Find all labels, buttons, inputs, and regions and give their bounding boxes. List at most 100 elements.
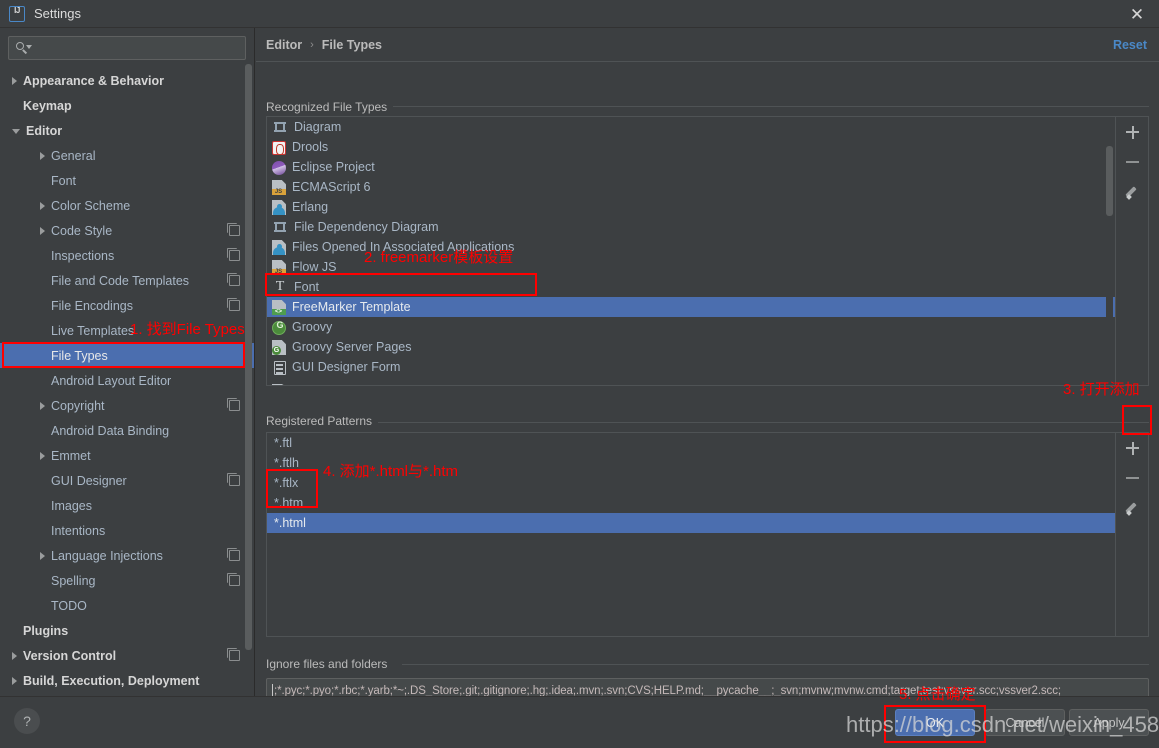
sidebar-item-editor[interactable]: Editor (0, 118, 254, 143)
sidebar-item-label: TODO (51, 598, 87, 613)
copy-settings-icon[interactable] (227, 573, 240, 586)
sidebar-item-keymap[interactable]: Keymap (0, 93, 254, 118)
reset-link[interactable]: Reset (1113, 38, 1147, 52)
chevron-right-icon[interactable] (12, 651, 17, 660)
help-icon[interactable]: ? (14, 708, 40, 734)
pattern-label: *.ftlx (274, 476, 299, 490)
pattern-row[interactable]: *.ftl (267, 433, 1115, 453)
file-type-row[interactable]: Groovy Server Pages (267, 337, 1115, 357)
file-type-row[interactable]: T Font (267, 277, 1115, 297)
copy-settings-icon[interactable] (227, 398, 240, 411)
drools-icon (272, 140, 286, 155)
file-type-row[interactable]: FreeMarker Template (267, 297, 1115, 317)
sidebar-item-android-data-binding[interactable]: Android Data Binding (0, 418, 254, 443)
copy-settings-icon[interactable] (227, 273, 240, 286)
chevron-right-icon[interactable] (12, 76, 17, 85)
sidebar-item-label: Spelling (51, 573, 96, 588)
file-type-row[interactable]: Erlang (267, 197, 1115, 217)
chevron-down-icon[interactable] (12, 129, 20, 134)
pattern-row[interactable]: *.html (267, 513, 1115, 533)
file-type-row[interactable]: ECMAScript 6 (267, 177, 1115, 197)
add-pattern-button[interactable] (1116, 433, 1149, 463)
file-type-row[interactable]: GUI Designer Form (267, 357, 1115, 377)
sidebar-item-file-encodings[interactable]: File Encodings (0, 293, 254, 318)
copy-settings-icon[interactable] (227, 548, 240, 561)
remove-file-type-button[interactable] (1116, 147, 1149, 177)
sidebar-item-label: Keymap (23, 98, 72, 113)
sidebar-item-version-control[interactable]: Version Control (0, 643, 254, 668)
edit-file-type-button[interactable] (1116, 177, 1149, 207)
copy-settings-icon[interactable] (227, 473, 240, 486)
sidebar-item-label: Intentions (51, 523, 106, 538)
sidebar-item-gui-designer[interactable]: GUI Designer (0, 468, 254, 493)
sidebar-scrollbar-thumb[interactable] (245, 64, 252, 650)
registered-patterns-toolbar (1115, 433, 1148, 636)
chevron-right-icon[interactable] (12, 676, 17, 685)
gui-form-icon (274, 360, 286, 375)
pencil-icon (1126, 501, 1140, 515)
sidebar-item-copyright[interactable]: Copyright (0, 393, 254, 418)
file-type-label: ECMAScript 6 (292, 180, 371, 194)
sidebar-item-general[interactable]: General (0, 143, 254, 168)
breadcrumb-parent[interactable]: Editor (266, 38, 302, 52)
sidebar-item-spelling[interactable]: Spelling (0, 568, 254, 593)
pattern-row[interactable]: *.htm (267, 493, 1115, 513)
sidebar-item-build-execution-deployment[interactable]: Build, Execution, Deployment (0, 668, 254, 693)
sidebar-item-file-and-code-templates[interactable]: File and Code Templates (0, 268, 254, 293)
file-type-row[interactable]: File Dependency Diagram (267, 217, 1115, 237)
search-box[interactable] (8, 36, 246, 60)
groovy-icon (272, 320, 287, 335)
copy-settings-icon[interactable] (227, 248, 240, 261)
chevron-right-icon[interactable] (40, 401, 45, 410)
chevron-right-icon[interactable] (40, 151, 45, 160)
javascript-icon (272, 180, 286, 195)
sidebar-item-label: Live Templates (51, 323, 135, 338)
sidebar-item-language-injections[interactable]: Language Injections (0, 543, 254, 568)
window-title: Settings (34, 6, 81, 21)
sidebar-item-plugins[interactable]: Plugins (0, 618, 254, 643)
sidebar-item-font[interactable]: Font (0, 168, 254, 193)
file-type-row[interactable]: Eclipse Project (267, 157, 1115, 177)
sidebar-item-color-scheme[interactable]: Color Scheme (0, 193, 254, 218)
font-icon: T (275, 279, 285, 294)
sidebar-item-file-types[interactable]: File Types (0, 343, 254, 368)
chevron-right-icon[interactable] (40, 451, 45, 460)
file-types-scrollbar-thumb[interactable] (1106, 146, 1113, 216)
sidebar-item-label: Editor (26, 123, 63, 138)
erlang-icon (272, 200, 286, 215)
sidebar-item-android-layout-editor[interactable]: Android Layout Editor (0, 368, 254, 393)
file-type-row[interactable]: Drools (267, 137, 1115, 157)
sidebar-item-inspections[interactable]: Inspections (0, 243, 254, 268)
copy-settings-icon[interactable] (227, 298, 240, 311)
diagram-icon (272, 219, 288, 235)
file-type-row[interactable]: Diagram (267, 117, 1115, 137)
chevron-right-icon[interactable] (40, 201, 45, 210)
sidebar-scrollbar[interactable] (245, 64, 252, 661)
file-types-scrollbar[interactable] (1106, 118, 1113, 384)
freemarker-icon (272, 300, 286, 315)
file-type-row[interactable]: Groovy (267, 317, 1115, 337)
sidebar-item-images[interactable]: Images (0, 493, 254, 518)
edit-pattern-button[interactable] (1116, 493, 1149, 523)
gsp-icon (272, 340, 286, 355)
erlang-icon (272, 240, 286, 255)
sidebar-item-intentions[interactable]: Intentions (0, 518, 254, 543)
ignore-files-divider (402, 664, 1149, 665)
copy-settings-icon[interactable] (227, 223, 240, 236)
search-icon (15, 41, 32, 55)
close-icon[interactable]: ✕ (1115, 0, 1159, 28)
add-file-type-button[interactable] (1116, 117, 1149, 147)
sidebar-item-label: Emmet (51, 448, 91, 463)
sidebar-item-code-style[interactable]: Code Style (0, 218, 254, 243)
file-type-row-partial[interactable] (267, 377, 1115, 385)
file-type-label: GUI Designer Form (292, 360, 401, 374)
copy-settings-icon[interactable] (227, 648, 240, 661)
remove-pattern-button[interactable] (1116, 463, 1149, 493)
chevron-right-icon[interactable] (40, 226, 45, 235)
sidebar-item-todo[interactable]: TODO (0, 593, 254, 618)
sidebar-item-emmet[interactable]: Emmet (0, 443, 254, 468)
sidebar-item-appearance-behavior[interactable]: Appearance & Behavior (0, 68, 254, 93)
search-input[interactable] (31, 40, 239, 56)
chevron-right-icon[interactable] (40, 551, 45, 560)
file-type-label: Erlang (292, 200, 329, 214)
